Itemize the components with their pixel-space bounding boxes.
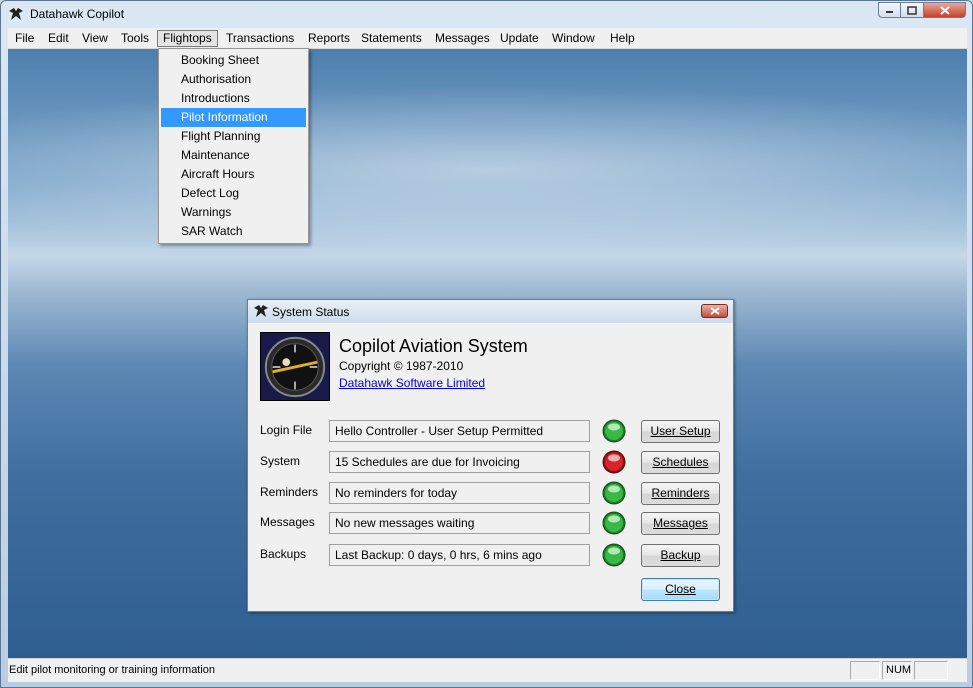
flightops-dropdown: Booking Sheet Authorisation Introduction… <box>158 48 309 244</box>
copyright-text: Copyright © 1987-2010 <box>339 359 464 373</box>
maximize-button[interactable] <box>901 2 924 18</box>
status-led-green-icon <box>602 543 626 567</box>
menu-messages[interactable]: Messages <box>430 30 495 47</box>
menu-item-flight-planning[interactable]: Flight Planning <box>161 127 306 146</box>
menu-flightops[interactable]: Flightops <box>157 30 218 47</box>
menu-item-maintenance[interactable]: Maintenance <box>161 146 306 165</box>
close-button[interactable] <box>924 2 966 18</box>
system-label: System <box>260 454 301 468</box>
num-lock-indicator: NUM <box>882 661 912 680</box>
menu-edit[interactable]: Edit <box>43 30 74 47</box>
system-field: 15 Schedules are due for Invoicing <box>329 451 590 473</box>
menu-item-authorisation[interactable]: Authorisation <box>161 70 306 89</box>
menu-reports[interactable]: Reports <box>303 30 355 47</box>
login-file-field: Hello Controller - User Setup Permitted <box>329 420 590 442</box>
app-name: Copilot Aviation System <box>339 336 528 356</box>
reminders-field: No reminders for today <box>329 482 590 504</box>
reminders-label: Reminders <box>260 485 319 499</box>
menu-item-defect-log[interactable]: Defect Log <box>161 184 306 203</box>
system-status-dialog: System Status Copilot Aviation System Co… <box>247 299 734 612</box>
backup-button[interactable]: Backup <box>641 544 720 567</box>
hawk-icon <box>254 305 268 317</box>
menu-transactions[interactable]: Transactions <box>221 30 299 47</box>
status-led-green-icon <box>602 419 626 443</box>
menu-view[interactable]: View <box>77 30 113 47</box>
menu-item-pilot-information[interactable]: Pilot Information <box>161 108 306 127</box>
status-panel-empty <box>914 661 948 680</box>
menu-item-introductions[interactable]: Introductions <box>161 89 306 108</box>
menu-item-warnings[interactable]: Warnings <box>161 203 306 222</box>
close-icon <box>709 307 720 315</box>
menu-item-sar-watch[interactable]: SAR Watch <box>161 222 306 241</box>
menu-item-aircraft-hours[interactable]: Aircraft Hours <box>161 165 306 184</box>
status-led-green-icon <box>602 511 626 535</box>
messages-button[interactable]: Messages <box>641 512 720 535</box>
close-icon <box>939 5 950 15</box>
schedules-button[interactable]: Schedules <box>641 451 720 474</box>
reminders-button[interactable]: Reminders <box>641 482 720 505</box>
dialog-close-button[interactable] <box>701 304 728 318</box>
menu-update[interactable]: Update <box>495 30 544 47</box>
dialog-title: System Status <box>272 305 350 319</box>
compass-logo <box>260 332 330 401</box>
menu-item-booking-sheet[interactable]: Booking Sheet <box>161 51 306 70</box>
title-bar[interactable]: Datahawk Copilot <box>1 1 972 28</box>
messages-field: No new messages waiting <box>329 512 590 534</box>
menu-file[interactable]: File <box>10 30 39 47</box>
hawk-icon <box>9 8 23 20</box>
login-file-label: Login File <box>260 423 313 437</box>
user-setup-button[interactable]: User Setup <box>641 420 720 443</box>
backups-field: Last Backup: 0 days, 0 hrs, 6 mins ago <box>329 544 590 566</box>
status-panel-empty <box>850 661 880 680</box>
menu-window[interactable]: Window <box>547 30 600 47</box>
window-title: Datahawk Copilot <box>30 7 125 21</box>
messages-label: Messages <box>260 515 315 529</box>
close-dialog-button[interactable]: Close <box>641 578 720 601</box>
minimize-button[interactable] <box>878 2 901 18</box>
status-led-red-icon <box>602 450 626 474</box>
status-text: Edit pilot monitoring or training inform… <box>9 664 216 676</box>
status-led-green-icon <box>602 481 626 505</box>
dialog-title-bar[interactable]: System Status <box>248 300 733 323</box>
maximize-icon <box>907 5 917 15</box>
company-link[interactable]: Datahawk Software Limited <box>339 376 485 390</box>
backups-label: Backups <box>260 547 307 561</box>
menu-statements[interactable]: Statements <box>356 30 427 47</box>
menu-help[interactable]: Help <box>605 30 640 47</box>
menu-bar: File Edit View Tools Flightops Transacti… <box>8 28 967 49</box>
menu-tools[interactable]: Tools <box>116 30 154 47</box>
status-bar: Edit pilot monitoring or training inform… <box>8 658 967 682</box>
app-window: Datahawk Copilot File Edit View Tools Fl… <box>0 0 973 688</box>
minimize-icon <box>885 11 893 13</box>
